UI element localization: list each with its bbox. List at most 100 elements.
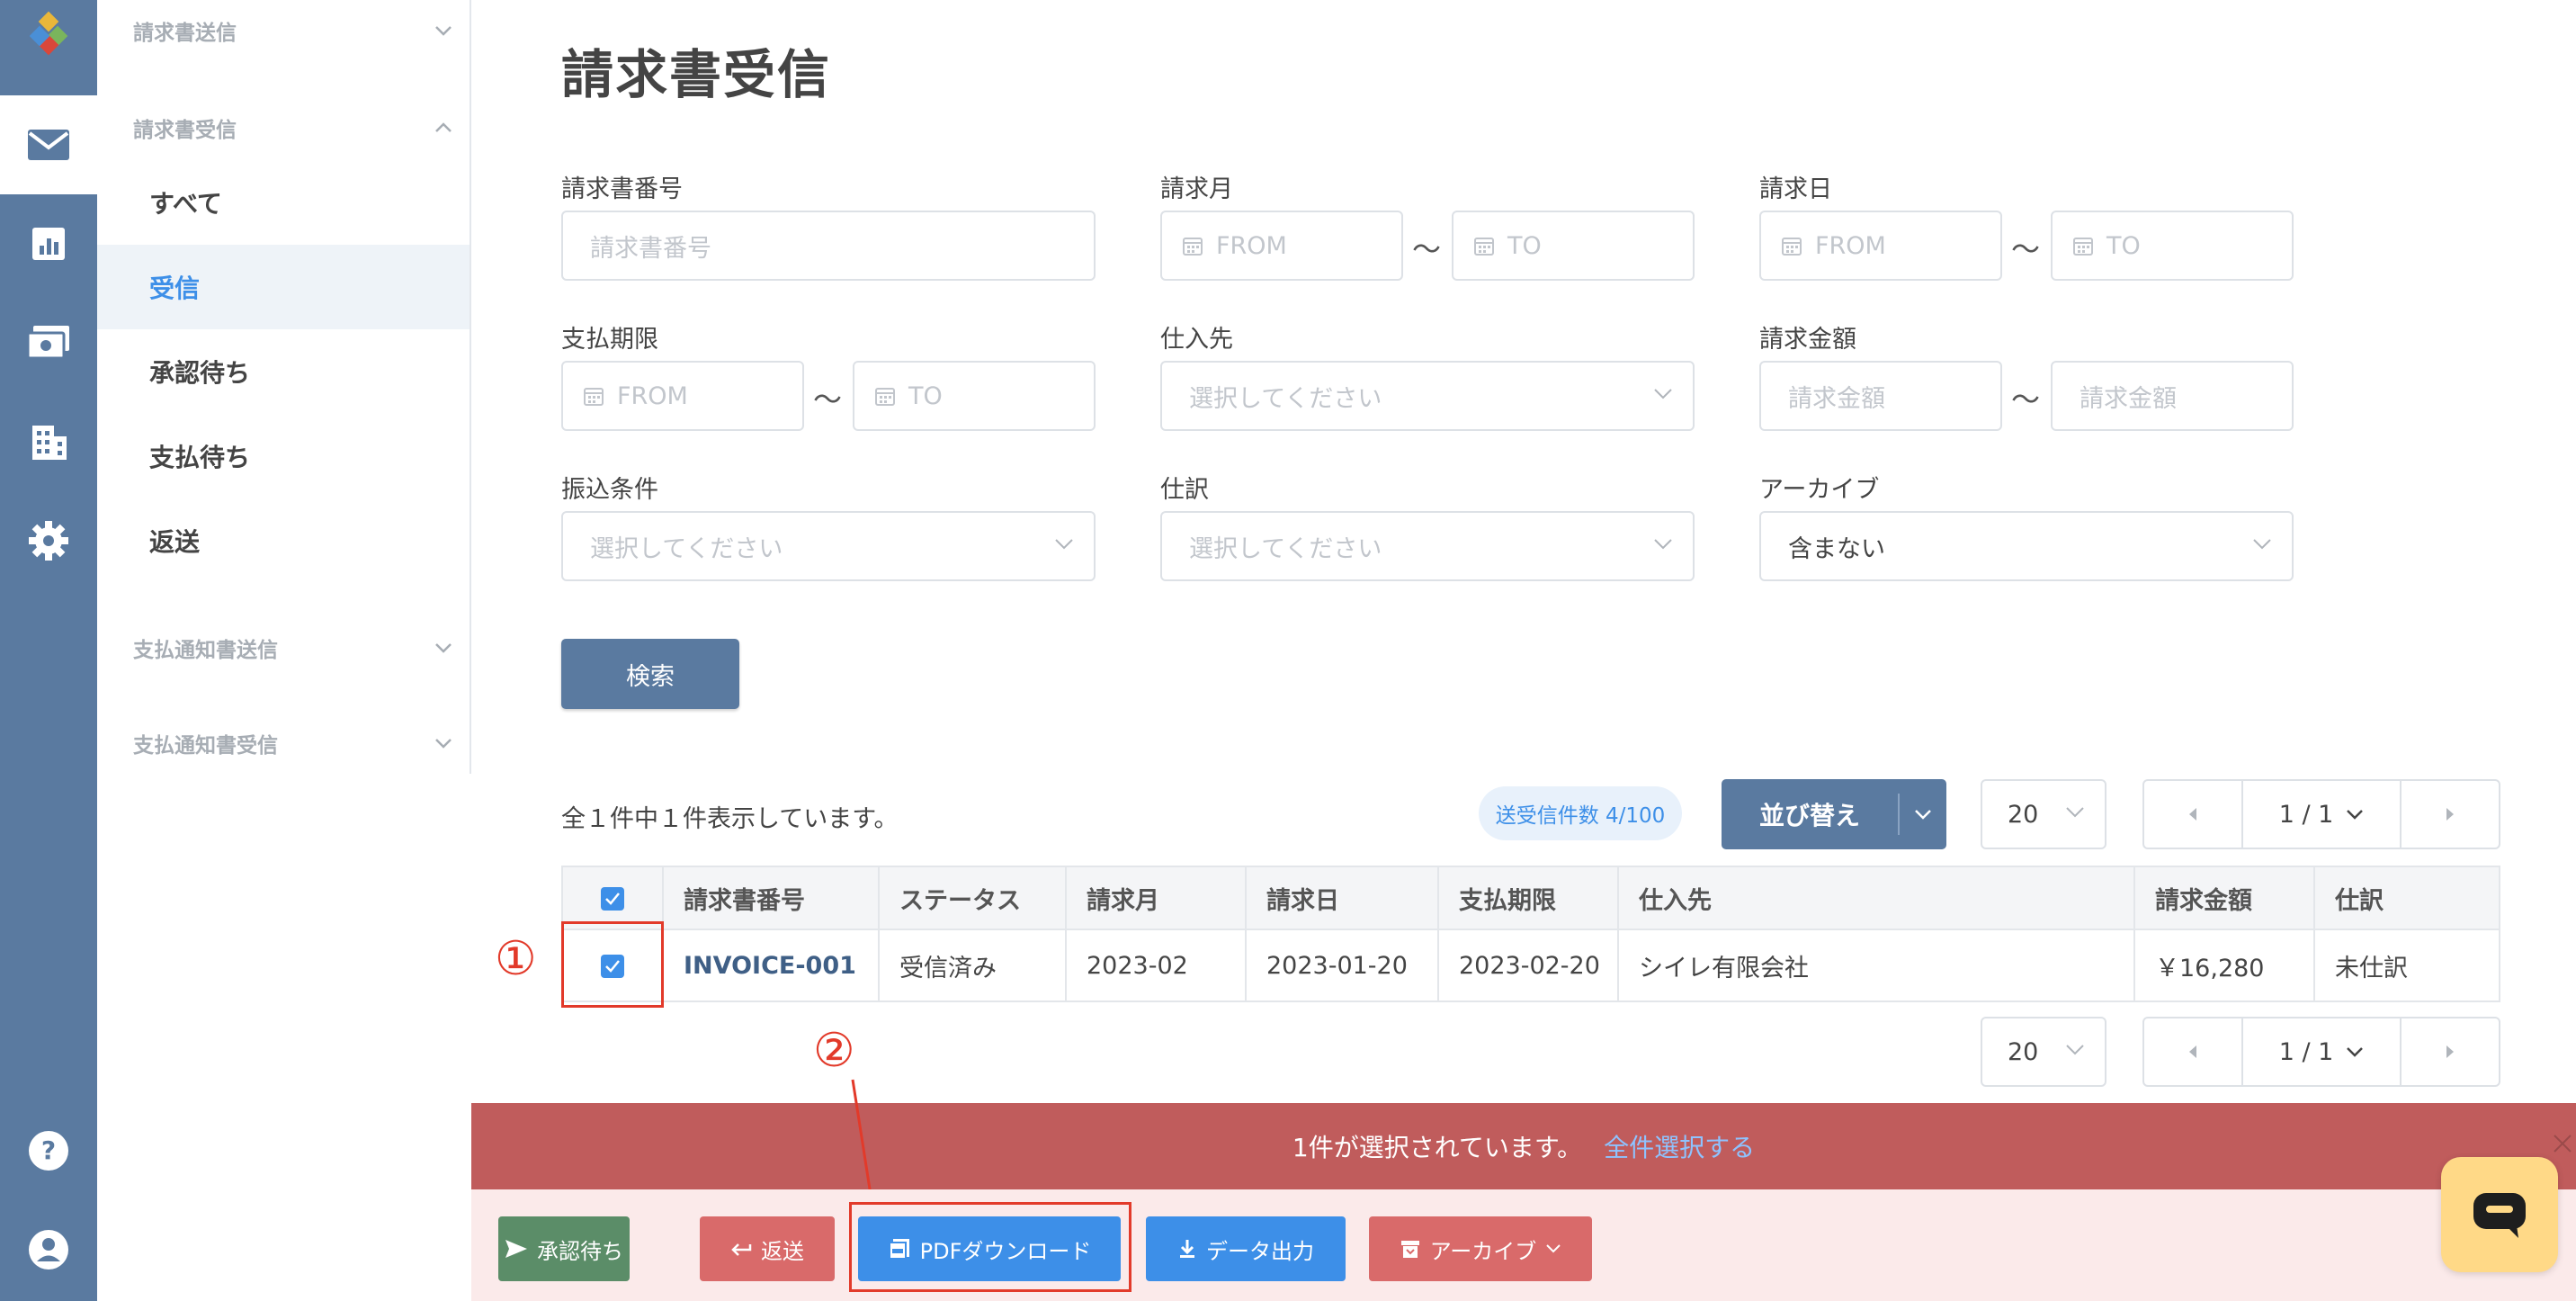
status-cell: 受信済み bbox=[878, 929, 1067, 1002]
range-separator: 〜 bbox=[813, 382, 843, 417]
chevron-down-icon bbox=[2253, 539, 2271, 550]
invoice-month-to-input[interactable]: TO bbox=[1452, 211, 1695, 281]
pagination: 1 / 1 bbox=[2142, 779, 2500, 849]
chevron-down-icon bbox=[2066, 1045, 2084, 1055]
logo-icon[interactable] bbox=[0, 0, 97, 72]
check-icon bbox=[604, 893, 620, 905]
prev-page-icon[interactable] bbox=[2144, 781, 2241, 848]
table-row[interactable]: INVOICE-001 受信済み 2023-02 2023-01-20 2023… bbox=[561, 929, 2500, 1002]
action-label: 返送 bbox=[761, 1238, 804, 1264]
range-separator: 〜 bbox=[1412, 232, 1442, 266]
invoice-no-placeholder: 請求書番号 bbox=[590, 234, 711, 263]
column-header[interactable]: 請求書番号 bbox=[662, 866, 880, 930]
bulk-action-bar: 承認待ち 返送 PDFダウンロード データ出力 アーカイブ bbox=[471, 1189, 2576, 1301]
sidebar-group-label: 請求書受信 bbox=[133, 119, 237, 142]
help-icon[interactable]: ? bbox=[0, 1101, 97, 1200]
chart-icon[interactable] bbox=[0, 194, 97, 293]
supplier-label: 仕入先 bbox=[1160, 326, 1233, 354]
sidebar-item-label: 承認待ち bbox=[149, 358, 251, 388]
archive-label: アーカイブ bbox=[1759, 476, 1880, 504]
sidebar-group-invoice-send[interactable]: 請求書送信 bbox=[133, 13, 457, 49]
close-icon[interactable] bbox=[2551, 1132, 2574, 1155]
sidebar-item-received[interactable]: 受信 bbox=[97, 245, 470, 329]
journal-label: 仕訳 bbox=[1160, 476, 1209, 504]
main-content: 請求書受信 請求書番号 請求書番号 請求月 FROM 〜 TO 請求日 FROM… bbox=[471, 0, 2576, 1301]
per-page-select[interactable]: 20 bbox=[1981, 779, 2106, 849]
sidebar-group-label: 支払通知書送信 bbox=[133, 639, 278, 662]
page-select[interactable]: 1 / 1 bbox=[2241, 1018, 2402, 1085]
action-label: アーカイブ bbox=[1429, 1238, 1537, 1264]
chevron-down-icon bbox=[1654, 389, 1672, 399]
chat-icon bbox=[2473, 1193, 2526, 1238]
due-date-from-input[interactable]: FROM bbox=[561, 361, 804, 431]
archive-select[interactable]: 含まない bbox=[1759, 511, 2294, 581]
journal-select[interactable]: 選択してください bbox=[1160, 511, 1695, 581]
sidebar-group-payment-notice-receive[interactable]: 支払通知書受信 bbox=[133, 725, 457, 761]
transfer-terms-select[interactable]: 選択してください bbox=[561, 511, 1096, 581]
archive-button[interactable]: アーカイブ bbox=[1369, 1216, 1592, 1281]
amount-from-input[interactable]: 請求金額 bbox=[1759, 361, 2002, 431]
column-header[interactable]: 請求金額 bbox=[2133, 866, 2315, 930]
chevron-down-icon bbox=[2347, 1047, 2364, 1057]
column-header[interactable]: 支払期限 bbox=[1437, 866, 1619, 930]
return-icon bbox=[731, 1243, 752, 1256]
annotation-highlight-checkbox bbox=[561, 921, 664, 1008]
invoice-month-from-input[interactable]: FROM bbox=[1160, 211, 1403, 281]
payment-icon[interactable] bbox=[0, 293, 97, 392]
account-icon[interactable] bbox=[0, 1200, 97, 1299]
due-date-to-input[interactable]: TO bbox=[853, 361, 1096, 431]
page-select[interactable]: 1 / 1 bbox=[2241, 781, 2402, 848]
archive-value: 含まない bbox=[1788, 534, 1885, 563]
data-export-button[interactable]: データ出力 bbox=[1146, 1216, 1346, 1281]
due-cell: 2023-02-20 bbox=[1437, 929, 1619, 1002]
column-header[interactable]: 仕入先 bbox=[1617, 866, 2135, 930]
invoice-no-input[interactable]: 請求書番号 bbox=[561, 211, 1096, 281]
sidebar-item-awaiting-payment[interactable]: 支払待ち bbox=[97, 414, 470, 498]
sidebar-item-all[interactable]: すべて bbox=[97, 160, 470, 245]
date-cell: 2023-01-20 bbox=[1245, 929, 1439, 1002]
to-placeholder: TO bbox=[908, 381, 943, 410]
chevron-down-icon bbox=[430, 634, 457, 661]
amount-to-input[interactable]: 請求金額 bbox=[2051, 361, 2294, 431]
building-icon[interactable] bbox=[0, 392, 97, 491]
search-button[interactable]: 検索 bbox=[561, 639, 739, 709]
chat-widget-button[interactable] bbox=[2441, 1157, 2558, 1272]
chevron-down-icon bbox=[1055, 539, 1073, 550]
return-button[interactable]: 返送 bbox=[700, 1216, 835, 1281]
awaiting-approval-button[interactable]: 承認待ち bbox=[498, 1216, 630, 1281]
invoice-date-to-input[interactable]: TO bbox=[2051, 211, 2294, 281]
range-separator: 〜 bbox=[2011, 232, 2041, 266]
invoice-no-cell: INVOICE-001 bbox=[662, 929, 880, 1002]
column-header[interactable]: 請求月 bbox=[1065, 866, 1247, 930]
journal-cell: 未仕訳 bbox=[2313, 929, 2500, 1002]
from-placeholder: FROM bbox=[1216, 231, 1287, 260]
per-page-select-bottom[interactable]: 20 bbox=[1981, 1017, 2106, 1087]
sidebar-item-label: 受信 bbox=[149, 274, 201, 303]
sort-button[interactable]: 並び替え bbox=[1722, 779, 1946, 849]
select-all-checkbox[interactable] bbox=[600, 887, 624, 911]
sidebar-group-invoice-receive[interactable]: 請求書受信 bbox=[133, 110, 457, 146]
amount-cell: ￥16,280 bbox=[2133, 929, 2315, 1002]
chevron-down-icon[interactable] bbox=[1900, 809, 1946, 820]
next-page-icon[interactable] bbox=[2402, 781, 2499, 848]
gear-icon[interactable] bbox=[0, 491, 97, 590]
column-header[interactable]: 仕訳 bbox=[2313, 866, 2500, 930]
supplier-select[interactable]: 選択してください bbox=[1160, 361, 1695, 431]
sidebar-group-payment-notice-send[interactable]: 支払通知書送信 bbox=[133, 630, 457, 666]
sidebar-item-awaiting-approval[interactable]: 承認待ち bbox=[97, 329, 470, 414]
sidebar-group-label: 請求書送信 bbox=[133, 22, 237, 45]
next-page-icon[interactable] bbox=[2402, 1018, 2499, 1085]
prev-page-icon[interactable] bbox=[2144, 1018, 2241, 1085]
sidebar-item-returned[interactable]: 返送 bbox=[97, 498, 470, 583]
journal-placeholder: 選択してください bbox=[1189, 534, 1382, 563]
per-page-value: 20 bbox=[2008, 800, 2039, 829]
month-cell: 2023-02 bbox=[1065, 929, 1247, 1002]
per-page-value: 20 bbox=[2008, 1037, 2039, 1066]
to-placeholder: TO bbox=[2106, 231, 2141, 260]
mail-icon[interactable] bbox=[0, 95, 97, 194]
column-header[interactable]: 請求日 bbox=[1245, 866, 1439, 930]
invoice-link[interactable]: INVOICE-001 bbox=[684, 952, 856, 980]
select-all-link[interactable]: 全件選択する bbox=[1604, 1128, 1755, 1164]
column-header[interactable]: ステータス bbox=[878, 866, 1067, 930]
invoice-date-from-input[interactable]: FROM bbox=[1759, 211, 2002, 281]
